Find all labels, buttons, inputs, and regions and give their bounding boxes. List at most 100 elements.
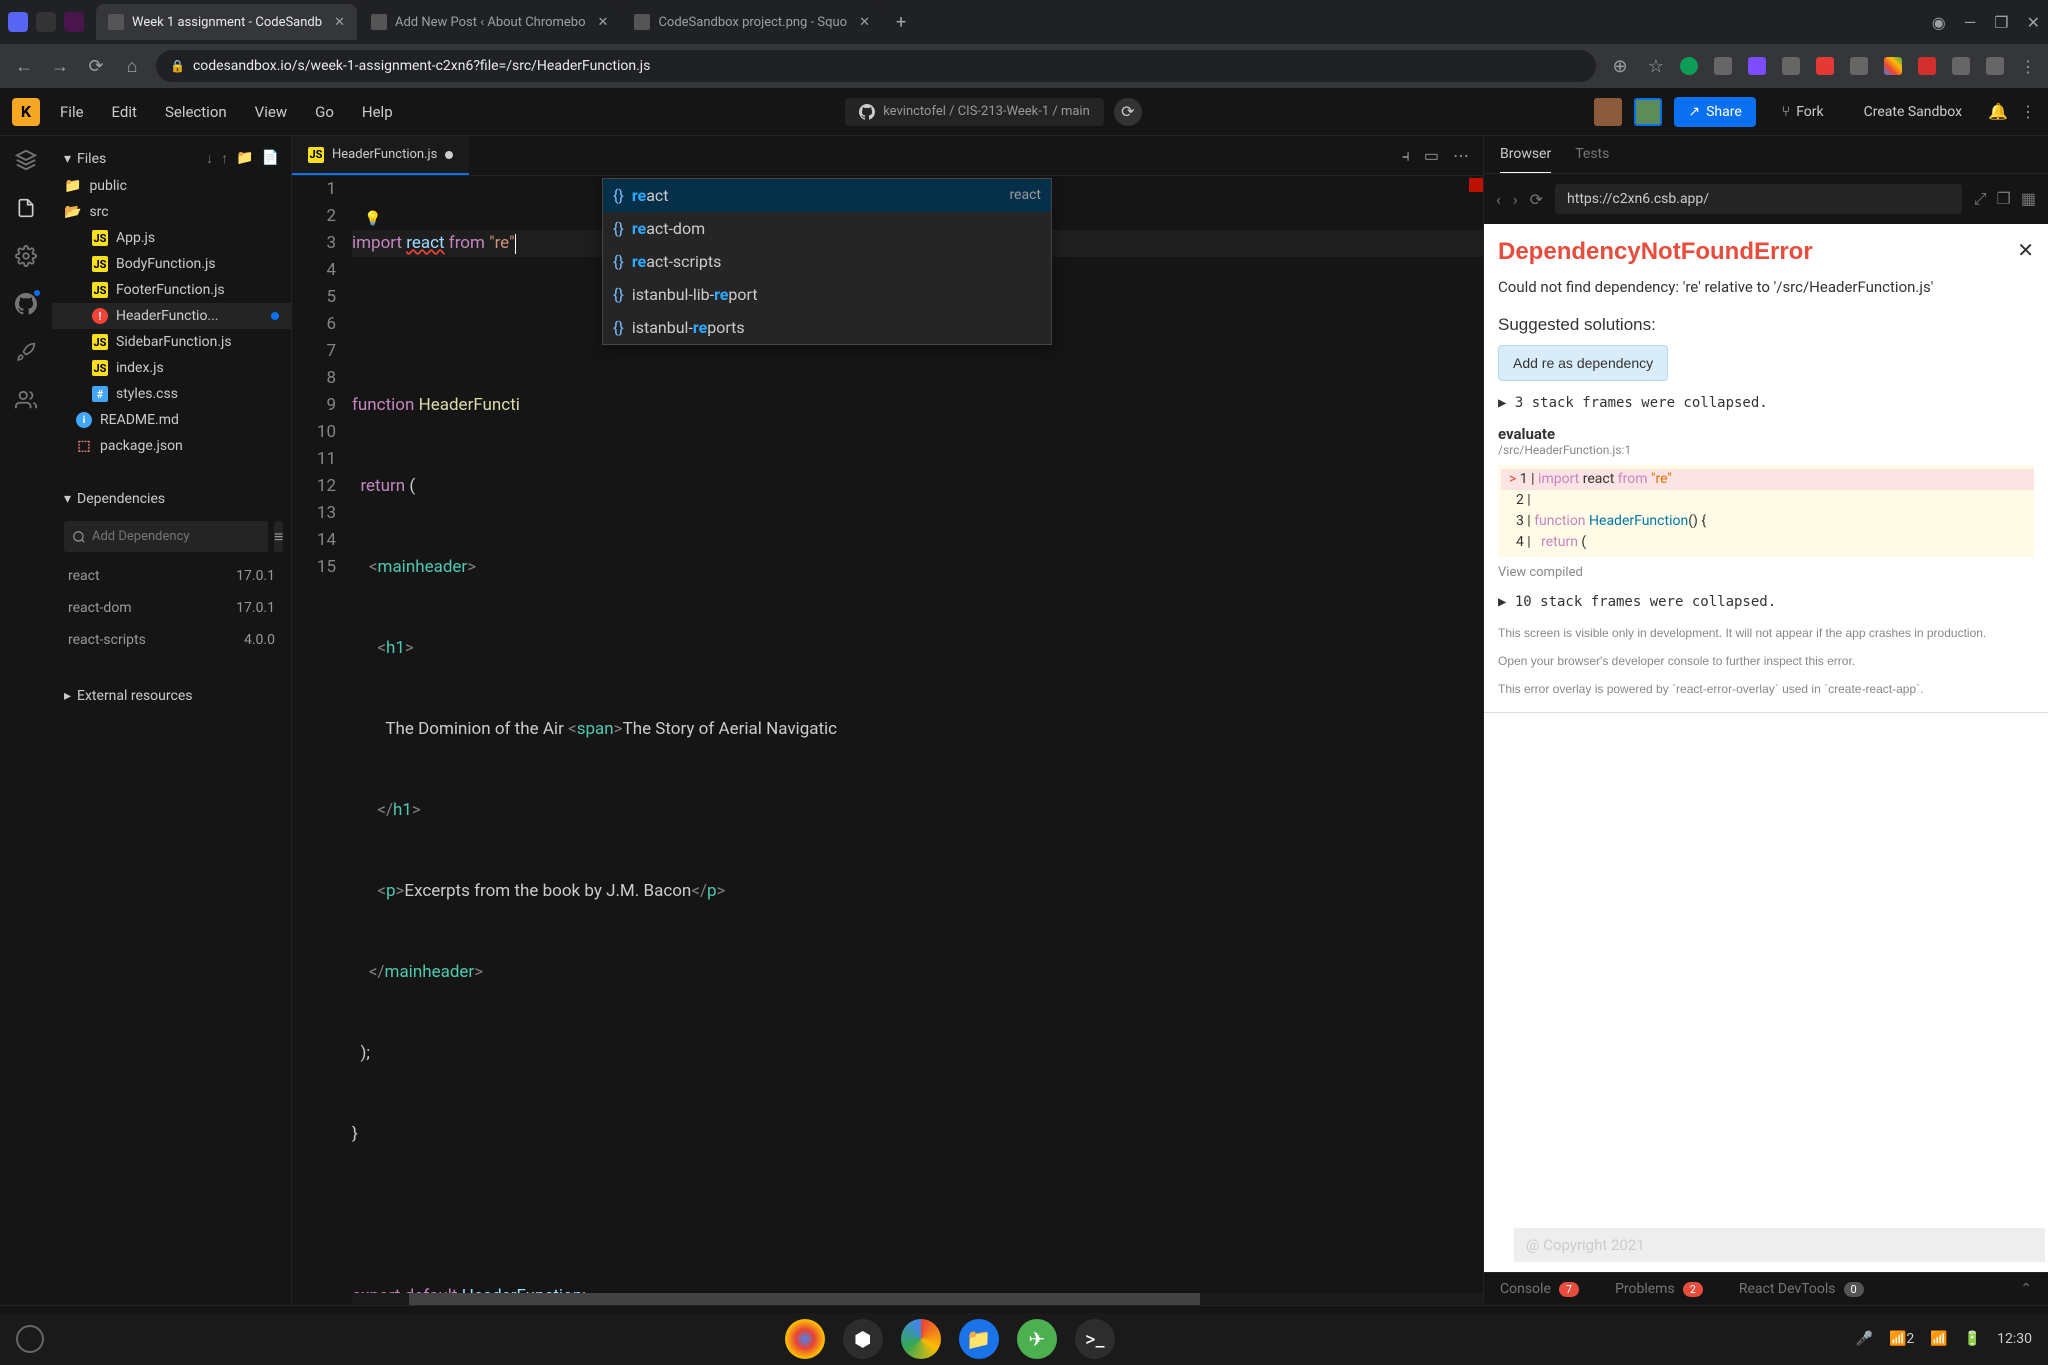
new-window-icon[interactable]: ❐ [1997, 189, 2011, 209]
editor-tab[interactable]: JS HeaderFunction.js [292, 136, 469, 175]
menu-edit[interactable]: Edit [112, 103, 137, 121]
app-icon[interactable]: ✈ [1017, 1319, 1057, 1359]
new-folder-icon[interactable]: 📁 [236, 150, 253, 167]
tab-browser[interactable]: Browser [1500, 146, 1551, 173]
menu-help[interactable]: Help [362, 103, 393, 121]
new-tab-button[interactable]: + [884, 12, 918, 33]
file-item[interactable]: JSindex.js [52, 355, 291, 381]
stack-frames-toggle[interactable]: 3 stack frames were collapsed. [1498, 395, 2034, 411]
file-item[interactable]: JSApp.js [52, 225, 291, 251]
extension-icon[interactable] [1918, 57, 1936, 75]
user-avatar[interactable] [1594, 98, 1622, 126]
clock[interactable]: 12:30 [1997, 1331, 2032, 1347]
share-button[interactable]: ↗ Share [1674, 97, 1755, 127]
file-icon[interactable] [14, 196, 38, 220]
dependency-item[interactable]: react17.0.1 [52, 560, 291, 592]
preview-url-input[interactable]: https://c2xn6.csb.app/ [1555, 184, 1962, 214]
browser-tab[interactable]: Week 1 assignment - CodeSandb ✕ [96, 4, 357, 40]
dependency-item[interactable]: react-scripts4.0.0 [52, 624, 291, 656]
error-marker[interactable] [1469, 178, 1483, 192]
create-sandbox-button[interactable]: Create Sandbox [1850, 97, 1976, 127]
autocomplete-item[interactable]: {}react-dom [603, 212, 1051, 245]
more-icon[interactable]: ⋮ [2020, 102, 2036, 121]
extension-icon[interactable] [1816, 57, 1834, 75]
horizontal-scrollbar[interactable] [352, 1293, 1483, 1305]
autocomplete-item[interactable]: {}istanbul-lib-report [603, 278, 1051, 311]
deploy-icon[interactable] [14, 340, 38, 364]
more-icon[interactable]: ⋯ [1453, 146, 1469, 166]
chrome-app-icon[interactable] [785, 1319, 825, 1359]
wifi-icon[interactable]: 📶 [1930, 1331, 1947, 1347]
tab-tests[interactable]: Tests [1575, 146, 1609, 173]
fork-button[interactable]: ⑂ Fork [1768, 97, 1838, 127]
mic-icon[interactable]: 🎤 [1856, 1331, 1873, 1347]
view-compiled-link[interactable]: View compiled [1498, 565, 2034, 580]
close-icon[interactable]: ✕ [859, 15, 870, 30]
menu-go[interactable]: Go [315, 103, 334, 121]
split-icon[interactable]: ⫞ [1402, 146, 1410, 166]
browser-tab[interactable]: Add New Post ‹ About Chromebo ✕ [359, 4, 620, 40]
wifi-strength-icon[interactable]: 📶2 [1889, 1331, 1914, 1347]
folder-src[interactable]: 📂 src [52, 199, 291, 225]
files-app-icon[interactable]: 📁 [959, 1319, 999, 1359]
add-dependency-input[interactable] [64, 521, 268, 552]
dependency-item[interactable]: react-dom17.0.1 [52, 592, 291, 624]
menu-selection[interactable]: Selection [165, 103, 227, 121]
layout-icon[interactable]: ▦ [2021, 189, 2036, 209]
file-item[interactable]: JSFooterFunction.js [52, 277, 291, 303]
launcher-icon[interactable] [16, 1325, 44, 1353]
bell-icon[interactable]: 🔔 [1988, 102, 2008, 121]
code-editor[interactable]: 123456789101112131415 import react from … [292, 176, 1483, 1305]
pinned-tab-icon[interactable] [36, 12, 56, 32]
back-icon[interactable]: ← [12, 56, 36, 77]
photos-app-icon[interactable] [901, 1319, 941, 1359]
forward-icon[interactable]: › [1513, 190, 1518, 209]
autocomplete-item[interactable]: {}istanbul-reports [603, 311, 1051, 344]
expand-panel-icon[interactable]: ⌃ [2020, 1281, 2032, 1297]
autocomplete-item[interactable]: {}react-scripts [603, 245, 1051, 278]
download-icon[interactable]: ↓ [206, 150, 213, 167]
extensions-menu-icon[interactable] [1986, 57, 2004, 75]
stack-frames-toggle[interactable]: 10 stack frames were collapsed. [1498, 594, 2034, 610]
close-window-icon[interactable]: ✕ [2027, 13, 2040, 32]
app-logo[interactable]: K [12, 98, 40, 126]
extension-icon[interactable] [1782, 57, 1800, 75]
tab-console[interactable]: Console 7 [1500, 1281, 1579, 1297]
files-section-header[interactable]: ▾ Files ↓ ↑ 📁 📄 [52, 144, 291, 173]
home-icon[interactable]: ⌂ [120, 56, 144, 77]
window-control-icon[interactable]: ◉ [1932, 13, 1946, 32]
folder-public[interactable]: 📁 public [52, 173, 291, 199]
file-item[interactable]: JSBodyFunction.js [52, 251, 291, 277]
dependency-menu-icon[interactable]: ≡ [274, 521, 283, 552]
file-item[interactable]: #styles.css [52, 381, 291, 407]
file-package-json[interactable]: ⬚ package.json [52, 433, 291, 459]
external-resources-header[interactable]: ▸ External resources [52, 682, 291, 710]
browser-tab[interactable]: CodeSandbox project.png - Squo ✕ [622, 4, 882, 40]
reload-icon[interactable]: ⟳ [84, 56, 108, 77]
close-icon[interactable]: ✕ [598, 15, 609, 30]
extension-icon[interactable] [1850, 57, 1868, 75]
sync-icon[interactable]: ⟳ [1114, 98, 1142, 126]
back-icon[interactable]: ‹ [1496, 190, 1501, 209]
battery-icon[interactable]: 🔋 [1964, 1331, 1981, 1347]
maximize-icon[interactable]: ❐ [1994, 13, 2008, 32]
extension-icon[interactable] [1680, 57, 1698, 75]
forward-icon[interactable]: → [48, 56, 72, 77]
sandbox-icon[interactable] [14, 148, 38, 172]
app-icon[interactable]: ⬢ [843, 1319, 883, 1359]
close-icon[interactable]: ✕ [334, 15, 345, 30]
menu-file[interactable]: File [60, 103, 84, 121]
pinned-tab-icon[interactable] [8, 12, 28, 32]
lightbulb-icon[interactable]: 💡 [364, 206, 381, 233]
autocomplete-item[interactable]: {}reactreact [603, 179, 1051, 212]
upload-icon[interactable]: ↑ [221, 150, 228, 167]
expand-icon[interactable]: ⤢ [1974, 189, 1987, 209]
dependencies-section-header[interactable]: ▾ Dependencies [52, 485, 291, 513]
reload-icon[interactable]: ⟳ [1530, 190, 1543, 209]
extension-icon[interactable] [1748, 57, 1766, 75]
menu-view[interactable]: View [255, 103, 287, 121]
file-item[interactable]: JSSidebarFunction.js [52, 329, 291, 355]
pinned-tab-icon[interactable] [64, 12, 84, 32]
install-icon[interactable]: ⊕ [1608, 56, 1632, 77]
menu-icon[interactable]: ⋮ [2020, 57, 2036, 76]
